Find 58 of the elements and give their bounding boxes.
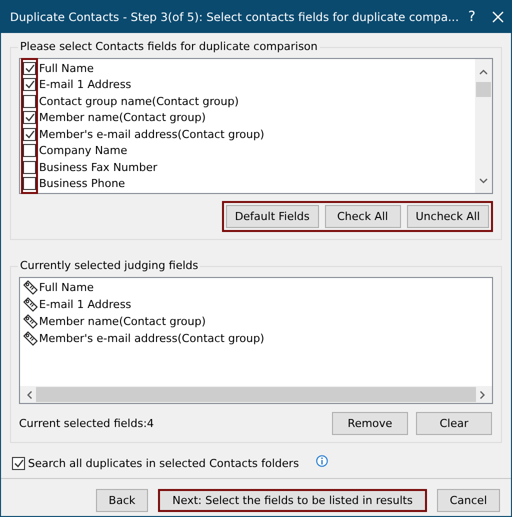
judging-field-row[interactable]: E-mail 1 Address xyxy=(23,296,489,313)
field-label: E-mail 1 Address xyxy=(39,78,132,92)
info-icon[interactable] xyxy=(316,454,328,466)
footer-button[interactable]: Cancel xyxy=(436,489,500,512)
checkmark-icon xyxy=(14,459,24,468)
field-row[interactable]: Company Name xyxy=(23,142,472,159)
field-label: Full Name xyxy=(39,62,94,75)
field-label: Company Name xyxy=(39,144,128,158)
checkbox[interactable] xyxy=(23,62,36,75)
field-action-button[interactable]: Default Fields xyxy=(226,205,319,228)
close-icon[interactable] xyxy=(492,11,504,23)
field-action-button[interactable]: Check All xyxy=(324,205,401,228)
checkbox[interactable] xyxy=(12,457,25,470)
vertical-scrollbar[interactable] xyxy=(475,59,492,193)
group-title: Please select Contacts fields for duplicate comparison xyxy=(18,40,320,53)
field-label: Member name(Contact group) xyxy=(39,111,206,124)
judging-field-label: Full Name xyxy=(39,281,94,294)
footer-button[interactable]: Back xyxy=(96,489,148,512)
checkbox[interactable] xyxy=(23,144,36,158)
checkbox[interactable] xyxy=(23,160,36,174)
checkbox[interactable] xyxy=(23,94,36,108)
judging-field-label: Member's e-mail address(Contact group) xyxy=(39,332,264,345)
checkbox-label: Search all duplicates in selected Contacts folders xyxy=(28,457,299,470)
field-row[interactable]: Full Name xyxy=(23,60,472,76)
list-action-button[interactable]: Remove xyxy=(332,412,408,435)
list-action-button[interactable]: Clear xyxy=(416,412,492,435)
judging-field-row[interactable]: Full Name xyxy=(23,279,489,296)
field-row[interactable]: Business Fax Number xyxy=(23,159,472,176)
field-row[interactable]: Member's e-mail address(Contact group) xyxy=(23,126,472,142)
window-title: Duplicate Contacts - Step 3(of 5): Select contacts fields for duplicate compa... xyxy=(10,10,459,24)
judging-field-row[interactable]: Member name(Contact group) xyxy=(23,313,489,330)
field-row[interactable]: Business Phone xyxy=(23,176,472,192)
tag-icon xyxy=(23,331,39,346)
field-label: Member's e-mail address(Contact group) xyxy=(39,128,264,141)
tag-icon xyxy=(23,280,39,295)
checkbox[interactable] xyxy=(23,78,36,92)
checkbox[interactable] xyxy=(23,111,36,124)
scrollbar-thumb[interactable] xyxy=(36,387,476,402)
field-row[interactable]: E-mail 1 Address xyxy=(23,76,472,93)
judging-field-row[interactable]: Member's e-mail address(Contact group) xyxy=(23,330,489,347)
scrollbar-thumb[interactable] xyxy=(476,82,491,97)
tag-icon xyxy=(23,314,39,329)
selected-count-label: Current selected fields:4 xyxy=(19,417,154,430)
judging-field-label: E-mail 1 Address xyxy=(39,298,132,311)
field-row[interactable]: Contact group name(Contact group) xyxy=(23,93,472,110)
footer-button[interactable]: Next: Select the fields to be listed in results xyxy=(158,489,427,512)
horizontal-scrollbar[interactable] xyxy=(20,386,492,403)
field-action-button[interactable]: Uncheck All xyxy=(406,205,489,228)
field-label: Business Fax Number xyxy=(39,160,158,174)
field-row[interactable]: Member name(Contact group) xyxy=(23,110,472,126)
judging-field-label: Member name(Contact group) xyxy=(39,315,206,328)
tag-icon xyxy=(23,297,39,312)
checkbox[interactable] xyxy=(23,128,36,141)
group-title: Currently selected judging fields xyxy=(18,259,200,272)
help-button[interactable]: ? xyxy=(458,1,485,33)
field-label: Business Phone xyxy=(39,177,126,190)
checkbox[interactable] xyxy=(23,177,36,190)
field-label: Contact group name(Contact group) xyxy=(39,94,239,108)
